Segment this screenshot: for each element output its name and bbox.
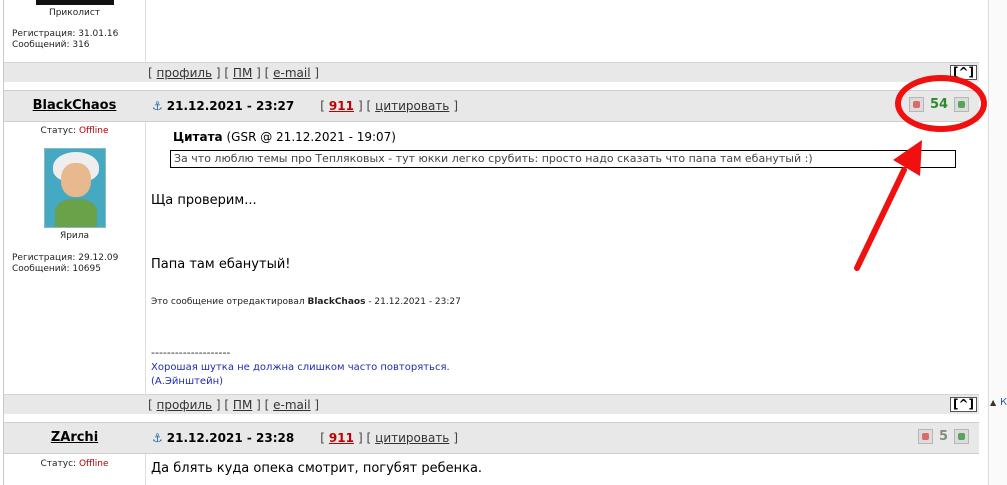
annotation-arrow — [854, 140, 922, 271]
